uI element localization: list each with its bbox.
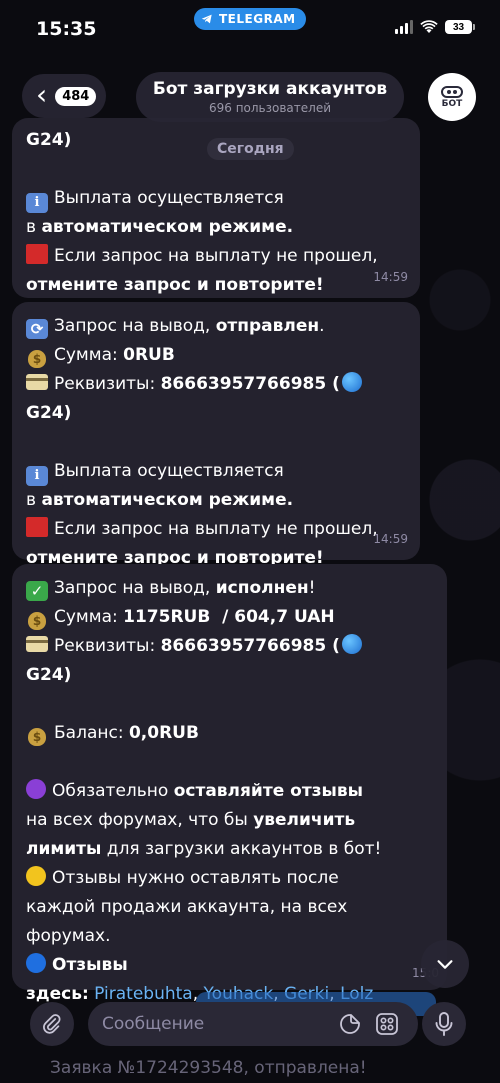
credit-card-icon (26, 374, 48, 390)
message-bubble[interactable]: ⟳ Запрос на вывод, отправлен. $ Сумма: 0RU… (12, 302, 420, 568)
status-time: 15:35 (36, 18, 97, 40)
globe-icon (341, 634, 362, 654)
red-square-icon (26, 517, 48, 537)
message-text: Запрос на вывод, (54, 578, 216, 598)
globe-icon (341, 372, 362, 392)
message-bold-text: G24) (26, 665, 72, 685)
message-text: Выплата осуществляется (54, 461, 284, 481)
message-bold-text: автоматическом режиме. (41, 217, 294, 237)
message-text: Выплата осуществляется (54, 188, 284, 208)
chat-title: Бот загрузки аккаунтов (152, 79, 388, 99)
message-text: . (319, 316, 325, 336)
robot-icon (441, 85, 463, 98)
message-time: 14:59 (373, 270, 408, 284)
message-bold-text: отмените запрос и повторите! (26, 275, 324, 295)
telegram-pill[interactable]: TELEGRAM (194, 8, 306, 30)
message-text: Сумма: (54, 607, 124, 627)
microphone-icon (435, 1012, 453, 1036)
message-bold-text: отправлен (215, 316, 320, 336)
scroll-down-button[interactable] (421, 940, 469, 988)
message-text: ! (308, 578, 316, 598)
money-bag-icon: $ (26, 611, 48, 631)
red-square-icon (26, 244, 48, 264)
attach-button[interactable] (30, 1002, 74, 1046)
message-text: Если запрос на выплату не прошел, (54, 519, 378, 539)
message-bold-text: оставляйте отзывы (173, 781, 364, 801)
chat-header[interactable]: Бот загрузки аккаунтов 696 пользователей (136, 72, 404, 122)
unread-count-badge: 484 (55, 86, 97, 106)
message-bubble[interactable]: ✓ Запрос на вывод, исполнен! $ Сумма: 1175… (12, 564, 447, 1004)
back-button[interactable]: ‹ 484 (22, 74, 107, 118)
message-text: Реквизиты: (54, 636, 161, 656)
blue-circle-icon (26, 953, 46, 973)
message-text: Баланс: (54, 723, 129, 743)
message-bold-text: исполнен (215, 578, 309, 598)
message-time: 14:59 (373, 532, 408, 546)
status-bar: 15:35 TELEGRAM 33 (0, 0, 500, 52)
message-bold-text: лимиты (26, 839, 102, 859)
voice-message-button[interactable] (422, 1002, 466, 1046)
info-icon: i (26, 193, 48, 213)
info-icon: i (26, 466, 48, 486)
message-text: в (26, 490, 42, 510)
bot-commands-icon[interactable] (375, 1012, 399, 1036)
message-text: G24) (26, 130, 72, 150)
message-text: для загрузки аккаунтов в бот! (101, 839, 382, 859)
money-bag-icon: $ (26, 727, 48, 747)
message-bold-text: 1175RUB / 604,7 UAH (123, 607, 335, 627)
money-bag-icon: $ (26, 349, 48, 369)
purple-circle-icon (26, 779, 46, 799)
cellular-signal-icon (395, 20, 413, 34)
message-text: в (26, 217, 42, 237)
message-text: Сумма: (54, 345, 124, 365)
message-bold-text: 86663957766985 ( (160, 374, 340, 394)
chat-subtitle: 696 пользователей (208, 101, 332, 115)
message-text: Реквизиты: (54, 374, 161, 394)
message-text: Запрос на вывод, (54, 316, 216, 336)
message-text: Если запрос на выплату не прошел, (54, 246, 378, 266)
message-input[interactable] (88, 1002, 418, 1046)
chevron-down-icon (437, 960, 453, 969)
avatar-label: БОТ (441, 98, 463, 109)
telegram-icon (201, 14, 212, 24)
message-bold-text: 86663957766985 ( (160, 636, 340, 656)
wifi-icon (420, 20, 438, 33)
message-bold-text: G24) (26, 403, 72, 423)
message-text: на всех форумах, что бы (26, 810, 254, 830)
message-text: Обязательно (52, 781, 174, 801)
message-bold-text: увеличить (253, 810, 356, 830)
battery-icon: 33 (445, 20, 475, 34)
date-separator: Сегодня (207, 138, 294, 160)
yellow-circle-icon (26, 866, 46, 886)
sticker-icon[interactable] (338, 1012, 362, 1036)
message-text: Отзывы нужно оставлять после (52, 868, 339, 888)
refresh-icon: ⟳ (26, 319, 48, 339)
message-bold-text: 0RUB (123, 345, 175, 365)
check-mark-icon: ✓ (26, 581, 48, 601)
message-text: каждой продажи аккаунта, на всех (26, 897, 348, 917)
telegram-pill-label: TELEGRAM (219, 12, 296, 26)
message-bold-text: автоматическом режиме. (41, 490, 294, 510)
chevron-left-icon: ‹ (36, 77, 48, 111)
bot-avatar[interactable]: БОТ (428, 73, 476, 121)
message-bold-text: 0,0RUB (128, 723, 199, 743)
message-text: форумах. (26, 926, 111, 946)
message-bold-text: Отзывы (52, 955, 128, 975)
credit-card-icon (26, 636, 48, 652)
paperclip-icon (43, 1014, 61, 1034)
